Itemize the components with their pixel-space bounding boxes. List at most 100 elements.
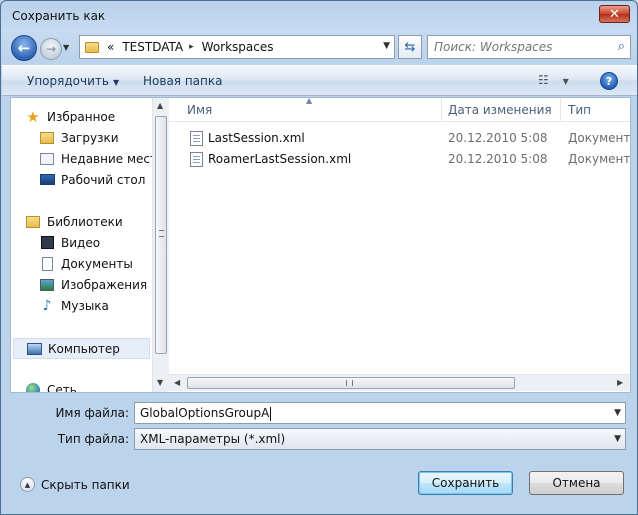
filetype-dropdown-icon[interactable]: ▼ <box>614 434 621 444</box>
search-box[interactable]: ⌕ <box>427 35 631 59</box>
file-name: LastSession.xml <box>208 131 305 145</box>
forward-button[interactable]: → <box>40 38 62 60</box>
filename-value: GlobalOptionsGroupA <box>140 406 270 420</box>
documents-icon <box>41 256 53 271</box>
scroll-right-icon[interactable]: ▶ <box>617 378 623 387</box>
browser-pane: ★ Избранное Загрузки Недавние места Рабо… <box>10 97 631 393</box>
title-bar: Сохранить как ✕ <box>1 1 637 31</box>
file-date: 20.12.2010 5:08 <box>448 152 548 166</box>
sidebar-item-favorites[interactable]: ★ Избранное <box>25 106 152 127</box>
hide-folders-label: Скрыть папки <box>41 477 130 492</box>
sidebar-item-recent-places[interactable]: Недавние места <box>39 148 152 169</box>
address-bar[interactable]: « TESTDATA ▸ Workspaces ▼ <box>79 35 395 59</box>
recent-places-icon <box>40 152 54 165</box>
sidebar-item-desktop[interactable]: Рабочий стол <box>39 169 152 190</box>
folder-icon <box>85 41 99 53</box>
refresh-icon: ⇆ <box>404 39 416 55</box>
organize-dropdown-icon: ▼ <box>112 78 120 87</box>
scroll-left-icon[interactable]: ◀ <box>174 378 180 387</box>
new-folder-button[interactable]: Новая папка <box>143 74 222 88</box>
scroll-thumb[interactable] <box>187 377 515 389</box>
network-icon <box>26 382 40 392</box>
video-icon <box>40 236 54 249</box>
computer-icon <box>26 342 42 355</box>
sidebar-item-downloads[interactable]: Загрузки <box>39 127 152 148</box>
file-date: 20.12.2010 5:08 <box>448 131 548 145</box>
scroll-grip-icon <box>346 380 353 386</box>
sidebar-item-libraries[interactable]: Библиотеки <box>25 211 152 232</box>
breadcrumb-separator-icon[interactable]: ▸ <box>189 42 194 52</box>
sort-ascending-icon: ▲ <box>306 98 313 105</box>
sidebar-item-label: Документы <box>61 256 133 271</box>
column-header-date[interactable]: Дата изменения <box>448 103 552 117</box>
sidebar-item-label: Сеть <box>47 382 77 393</box>
cancel-button[interactable]: Отмена <box>529 471 624 495</box>
sidebar-item-label: Рабочий стол <box>61 172 146 187</box>
scroll-grip-icon <box>159 230 164 237</box>
organize-label: Упорядочить <box>27 74 109 88</box>
refresh-button[interactable]: ⇆ <box>398 35 422 59</box>
filename-dropdown-icon[interactable]: ▼ <box>614 408 621 418</box>
xml-file-icon <box>190 131 203 146</box>
collapse-up-icon: ▲ <box>20 477 35 492</box>
column-header-name[interactable]: Имя <box>187 103 212 117</box>
file-list-horizontal-scrollbar[interactable]: ◀ ▶ <box>169 374 630 391</box>
text-caret <box>270 406 272 421</box>
search-input[interactable] <box>432 38 602 56</box>
save-button[interactable]: Сохранить <box>418 471 513 495</box>
sidebar-item-music[interactable]: ♪ Музыка <box>39 295 152 316</box>
sidebar-item-label: Музыка <box>61 298 109 313</box>
libraries-icon <box>26 215 40 228</box>
file-row[interactable]: RoamerLastSession.xml 20.12.2010 5:08 До… <box>169 149 630 170</box>
address-dropdown-icon[interactable]: ▼ <box>383 41 390 51</box>
sidebar-item-label: Изображения <box>61 277 148 292</box>
sidebar-item-label: Избранное <box>47 109 116 124</box>
file-name: RoamerLastSession.xml <box>208 152 352 166</box>
recent-pages-chevron-icon[interactable]: ▼ <box>63 43 69 52</box>
filename-label: Имя файла: <box>55 406 129 420</box>
filename-field[interactable]: GlobalOptionsGroupA ▼ <box>134 402 626 424</box>
sidebar-item-pictures[interactable]: Изображения <box>39 274 152 295</box>
sidebar-item-label: Видео <box>61 235 101 250</box>
sidebar-item-label: Загрузки <box>61 130 119 145</box>
help-button[interactable]: ? <box>600 72 618 90</box>
desktop-icon <box>39 174 55 185</box>
file-type: Документ X <box>568 131 630 145</box>
sidebar-item-documents[interactable]: Документы <box>39 253 152 274</box>
star-icon: ★ <box>26 107 40 126</box>
breadcrumb-prefix[interactable]: « <box>107 40 114 54</box>
file-row[interactable]: LastSession.xml 20.12.2010 5:08 Документ… <box>169 128 630 149</box>
search-icon[interactable]: ⌕ <box>618 39 625 54</box>
hide-folders-button[interactable]: ▲ Скрыть папки <box>20 477 130 492</box>
sidebar-item-network[interactable]: Сеть <box>25 379 152 392</box>
navigation-pane: ★ Избранное Загрузки Недавние места Рабо… <box>11 98 152 392</box>
scroll-thumb[interactable] <box>155 116 167 354</box>
close-button[interactable]: ✕ <box>599 5 630 23</box>
column-divider[interactable] <box>441 98 442 122</box>
filename-input-text[interactable]: GlobalOptionsGroupA <box>140 406 272 421</box>
back-button[interactable]: ← <box>11 35 37 61</box>
window-title: Сохранить как <box>12 9 106 23</box>
column-header-type[interactable]: Тип <box>568 103 591 117</box>
music-icon: ♪ <box>42 297 52 314</box>
downloads-folder-icon <box>40 131 54 144</box>
column-header-row: ▲ Имя Дата изменения Тип <box>169 98 630 122</box>
file-type: Документ X <box>568 152 630 166</box>
navigation-vertical-scrollbar[interactable]: ▲ ▼ <box>152 98 169 392</box>
breadcrumb-testdata[interactable]: TESTDATA <box>122 40 183 54</box>
sidebar-item-video[interactable]: Видео <box>39 232 152 253</box>
filetype-select[interactable]: XML-параметры (*.xml) ▼ <box>134 428 626 450</box>
views-button[interactable]: ☷ ▼ <box>538 73 569 87</box>
column-divider[interactable] <box>560 98 561 122</box>
scroll-up-icon[interactable]: ▲ <box>157 101 163 110</box>
organize-button[interactable]: Упорядочить ▼ <box>27 74 119 88</box>
sidebar-item-computer[interactable]: Компьютер <box>13 338 150 359</box>
scroll-down-icon[interactable]: ▼ <box>157 378 163 387</box>
filetype-value: XML-параметры (*.xml) <box>140 432 286 446</box>
breadcrumb-workspaces[interactable]: Workspaces <box>202 40 274 54</box>
sidebar-item-label: Библиотеки <box>47 214 123 229</box>
filetype-label: Тип файла: <box>57 432 129 446</box>
command-toolbar: Упорядочить ▼ Новая папка ☷ ▼ ? <box>2 65 637 96</box>
details-view-icon: ☷ <box>538 73 549 87</box>
views-dropdown-icon: ▼ <box>562 77 569 86</box>
